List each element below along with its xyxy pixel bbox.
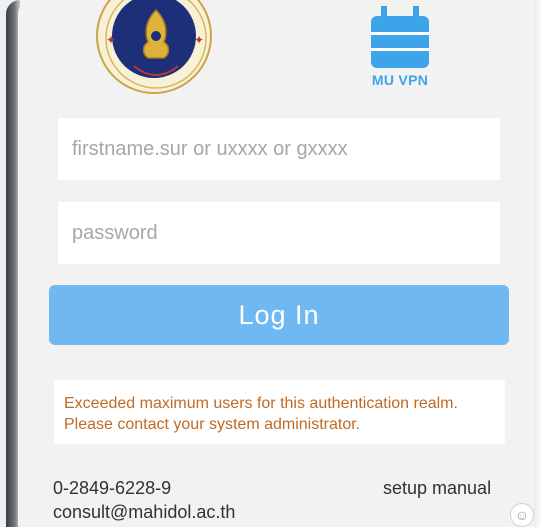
vpn-label: MU VPN — [371, 72, 429, 88]
login-button[interactable]: Log In — [49, 285, 509, 345]
error-line-1: Exceeded maximum users for this authenti… — [64, 395, 458, 412]
password-input[interactable] — [58, 202, 500, 264]
svg-text:✦: ✦ — [106, 33, 116, 47]
username-input[interactable] — [58, 118, 500, 180]
error-message: Exceeded maximum users for this authenti… — [54, 380, 505, 444]
mahidol-university-seal-icon: ✦ ✦ — [96, 0, 212, 94]
seal-emblem: ✦ ✦ — [105, 0, 207, 89]
error-line-2: Please contact your system administrator… — [64, 416, 361, 433]
setup-manual-link[interactable]: setup manual — [383, 478, 491, 499]
emoji-icon[interactable]: ☺ — [510, 503, 534, 527]
contact-email[interactable]: consult@mahidol.ac.th — [53, 502, 235, 523]
svg-text:✦: ✦ — [194, 33, 204, 47]
vpn-lock-icon — [369, 6, 431, 68]
device-right-edge — [534, 0, 542, 527]
contact-phone: 0-2849-6228-9 — [53, 478, 172, 498]
